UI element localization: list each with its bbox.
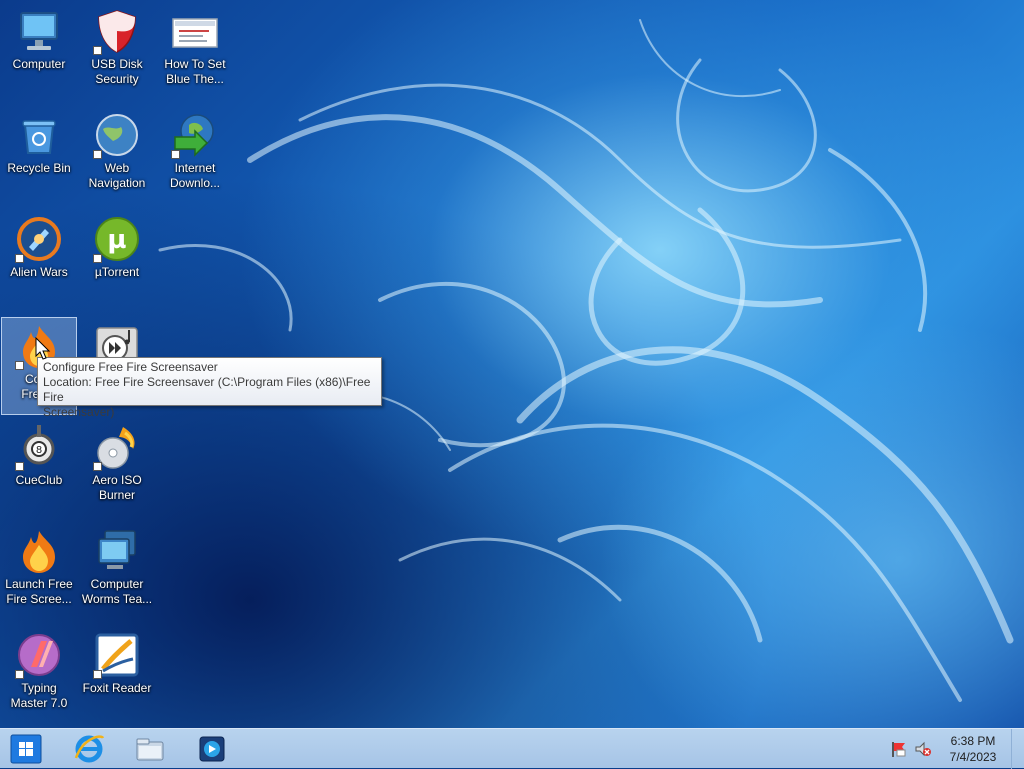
icon-label: How To Set [164,57,226,71]
tooltip-location-cont: Screensaver) [43,405,115,419]
cueclub-icon: 8 [15,423,63,471]
clock-date: 7/4/2023 [949,750,997,764]
mouse-pointer-icon [35,337,51,360]
tooltip: Configure Free Fire Screensaver Location… [37,357,382,419]
computer-icon [15,7,63,55]
icon-label: Fire Scree... [6,592,72,606]
start-button[interactable] [0,731,52,767]
icon-label: Security [95,72,139,86]
typing-master-icon [15,631,63,679]
disc-icon [93,423,141,471]
icon-label: Typing [21,681,57,695]
icon-label: Navigation [88,176,146,190]
svg-text:µ: µ [107,225,126,255]
icon-label: Alien Wars [10,265,68,279]
shortcut-arrow-icon [171,150,180,159]
svg-text:8: 8 [36,445,42,456]
desktop-icon-usb-disk-security[interactable]: USB Disk Security [79,2,155,100]
desktop-icon-alien-wars[interactable]: Alien Wars [1,210,77,308]
shortcut-arrow-icon [93,254,102,263]
desktop-icon-web-navigation[interactable]: Web Navigation [79,106,155,204]
internet-explorer-icon [74,735,105,763]
desktop-icon-typing-master[interactable]: Typing Master 7.0 [1,626,77,724]
icon-label: Web [104,161,130,175]
show-desktop-button[interactable] [1011,729,1024,769]
shortcut-arrow-icon [93,462,102,471]
shortcut-arrow-icon [93,46,102,55]
shortcut-arrow-icon [15,361,24,370]
desktop-icon-internet-download-manager[interactable]: Internet Downlo... [157,106,233,204]
icon-label: Computer [90,577,144,591]
action-center-flag-icon[interactable] [889,740,907,758]
desktop-icon-computer-worms[interactable]: Computer Worms Tea... [79,522,155,620]
icon-label: Recycle Bin [7,161,71,175]
shield-icon [93,7,141,55]
globe-icon [93,111,141,159]
desktop-icon-aero-iso-burner[interactable]: Aero ISO Burner [79,418,155,516]
icon-label: Blue The... [166,72,224,86]
taskbar-internet-explorer[interactable] [63,731,115,767]
start-icon [10,734,42,764]
clock[interactable]: 6:38 PM 7/4/2023 [940,733,1006,765]
desktop-icon-foxit-reader[interactable]: Foxit Reader [79,626,155,724]
icon-label: USB Disk [91,57,143,71]
clock-time: 6:38 PM [950,734,996,748]
shortcut-arrow-icon [15,462,24,471]
icon-label: CueClub [15,473,63,487]
recycle-bin-icon [15,111,63,159]
document-icon [171,7,219,55]
monitor-icon [93,527,141,575]
media-player-icon [199,736,225,762]
desktop-icon-launch-free-fire[interactable]: Launch Free Fire Scree... [1,522,77,620]
icon-label: Internet [174,161,216,175]
icon-label: Burner [98,488,136,502]
icon-label: Launch Free [5,577,73,591]
download-manager-icon [171,111,219,159]
desktop-icon-utorrent[interactable]: µ µTorrent [79,210,155,308]
shortcut-arrow-icon [15,254,24,263]
taskbar-media-player[interactable] [186,731,238,767]
desktop-icon-computer[interactable]: Computer [1,2,77,100]
file-explorer-icon [136,738,164,761]
taskbar-file-explorer[interactable] [124,731,176,767]
icon-label: µTorrent [94,265,140,279]
shortcut-arrow-icon [15,670,24,679]
alien-wars-icon [15,215,63,263]
icon-label: Aero ISO [92,473,142,487]
shortcut-arrow-icon [93,150,102,159]
shortcut-arrow-icon [93,670,102,679]
foxit-reader-icon [93,631,141,679]
icon-label: Downlo... [169,176,221,190]
utorrent-icon: µ [93,215,141,263]
taskbar: 6:38 PM 7/4/2023 [0,728,1024,769]
volume-muted-icon[interactable] [914,740,932,758]
desktop-icon-cueclub[interactable]: 8 CueClub [1,418,77,516]
icon-label: Worms Tea... [81,592,153,606]
tooltip-location: Location: Free Fire Screensaver (C:\Prog… [43,375,371,404]
icon-label: Computer [12,57,66,71]
desktop-icon-how-to-set[interactable]: How To Set Blue The... [157,2,233,100]
fire-icon [15,527,63,575]
tooltip-title: Configure Free Fire Screensaver [43,360,218,374]
icon-label: Foxit Reader [82,681,152,695]
icon-label: Master 7.0 [10,696,68,710]
desktop-icon-recycle-bin[interactable]: Recycle Bin [1,106,77,204]
